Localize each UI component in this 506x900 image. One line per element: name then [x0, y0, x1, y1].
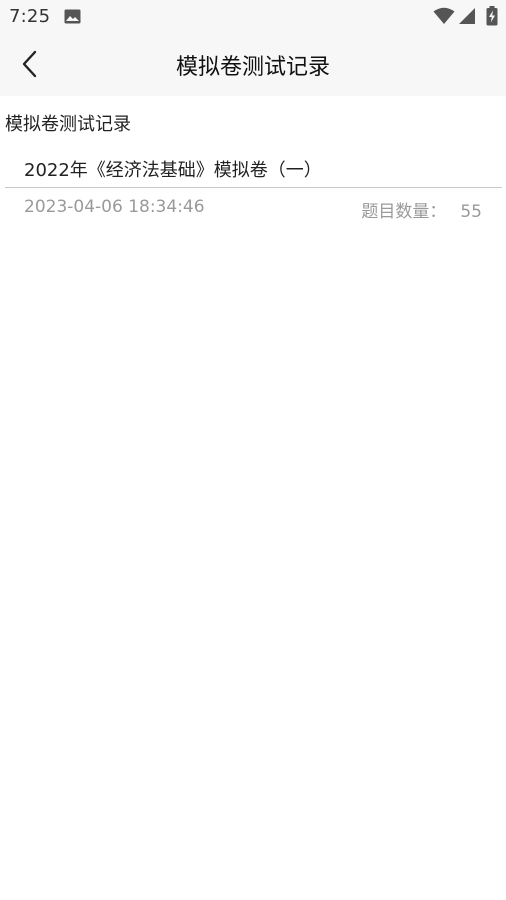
- page-title: 模拟卷测试记录: [175, 55, 330, 80]
- photo-icon: [64, 9, 81, 28]
- status-time: 7:25: [9, 6, 51, 27]
- app-bar: 模拟卷测试记录: [0, 34, 506, 96]
- status-bar: 7:25: [0, 0, 506, 34]
- record-count-label: 题目数量：: [361, 202, 447, 222]
- record-count-value: 55: [460, 202, 482, 222]
- wifi-icon: [433, 7, 455, 29]
- signal-icon: [458, 7, 476, 29]
- record-divider: [5, 187, 502, 188]
- record-question-count: 题目数量： 55: [361, 197, 482, 222]
- record-title: 2022年《经济法基础》模拟卷（一）: [24, 160, 322, 181]
- record-date: 2023-04-06 18:34:46: [24, 197, 205, 217]
- battery-charging-icon: [486, 6, 498, 30]
- section-header: 模拟卷测试记录: [5, 114, 131, 135]
